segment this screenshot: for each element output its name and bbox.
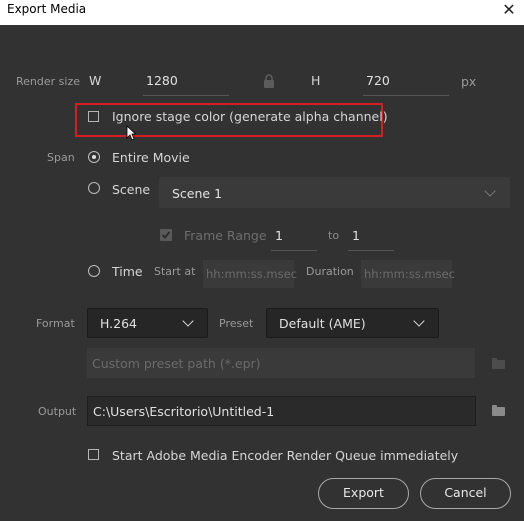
chevron-down-icon [484, 185, 496, 197]
height-value: 720 [366, 73, 390, 88]
window-title: Export Media [7, 2, 87, 16]
start-at-input[interactable]: hh:mm:ss.msec [203, 260, 297, 288]
duration-input[interactable]: hh:mm:ss.msec [361, 260, 455, 288]
frame-to-input[interactable]: 1 [348, 225, 394, 251]
width-value: 1280 [146, 73, 178, 88]
mouse-cursor-icon [126, 125, 137, 141]
ignore-stage-label[interactable]: Ignore stage color (generate alpha chann… [112, 109, 388, 124]
output-path-value: C:\Users\Escritorio\Untitled-1 [93, 404, 275, 419]
frame-from-input[interactable]: 1 [271, 225, 317, 251]
time-label[interactable]: Time [112, 264, 143, 279]
preset-label: Preset [219, 317, 254, 330]
scene-value: Scene 1 [172, 186, 223, 201]
entire-movie-label[interactable]: Entire Movie [112, 150, 190, 165]
width-label: W [89, 73, 102, 88]
lock-icon[interactable] [263, 73, 275, 88]
chevron-down-icon [413, 315, 425, 327]
duration-label: Duration [306, 265, 354, 278]
format-label: Format [36, 317, 75, 330]
format-select[interactable]: H.264 [87, 308, 208, 338]
frame-from-value: 1 [275, 228, 283, 243]
frame-range-label: Frame Range [184, 228, 267, 243]
custom-preset-input[interactable]: Custom preset path (*.epr) [87, 348, 475, 378]
start-queue-checkbox[interactable] [88, 449, 99, 460]
start-at-placeholder: hh:mm:ss.msec [206, 267, 297, 281]
width-input[interactable]: 1280 [143, 70, 229, 96]
to-label: to [328, 229, 340, 242]
format-value: H.264 [100, 316, 138, 331]
export-button[interactable]: Export [318, 478, 409, 509]
span-label: Span [47, 151, 75, 164]
render-size-label: Render size [16, 75, 80, 88]
output-path-input[interactable]: C:\Users\Escritorio\Untitled-1 [87, 396, 476, 426]
time-radio[interactable] [88, 265, 100, 277]
chevron-down-icon [182, 315, 194, 327]
browse-preset-folder-icon[interactable] [492, 358, 505, 369]
scene-select[interactable]: Scene 1 [159, 177, 510, 208]
unit-label: px [461, 74, 477, 89]
scene-label[interactable]: Scene [112, 182, 150, 197]
start-queue-label[interactable]: Start Adobe Media Encoder Render Queue i… [112, 448, 458, 463]
start-at-label: Start at [154, 265, 196, 278]
duration-placeholder: hh:mm:ss.msec [364, 267, 455, 281]
cancel-button[interactable]: Cancel [420, 478, 511, 509]
height-input[interactable]: 720 [363, 70, 449, 96]
custom-preset-placeholder: Custom preset path (*.epr) [92, 356, 261, 371]
browse-output-folder-icon[interactable] [492, 405, 505, 416]
close-icon[interactable]: ✕ [500, 0, 518, 20]
height-label: H [311, 73, 321, 88]
preset-select[interactable]: Default (AME) [266, 308, 439, 338]
ignore-stage-checkbox[interactable] [88, 111, 99, 122]
scene-radio[interactable] [88, 182, 100, 194]
frame-range-checkbox[interactable] [160, 229, 172, 241]
output-label: Output [38, 405, 77, 418]
entire-movie-radio[interactable] [88, 151, 100, 163]
preset-value: Default (AME) [279, 316, 366, 331]
frame-to-value: 1 [352, 228, 360, 243]
